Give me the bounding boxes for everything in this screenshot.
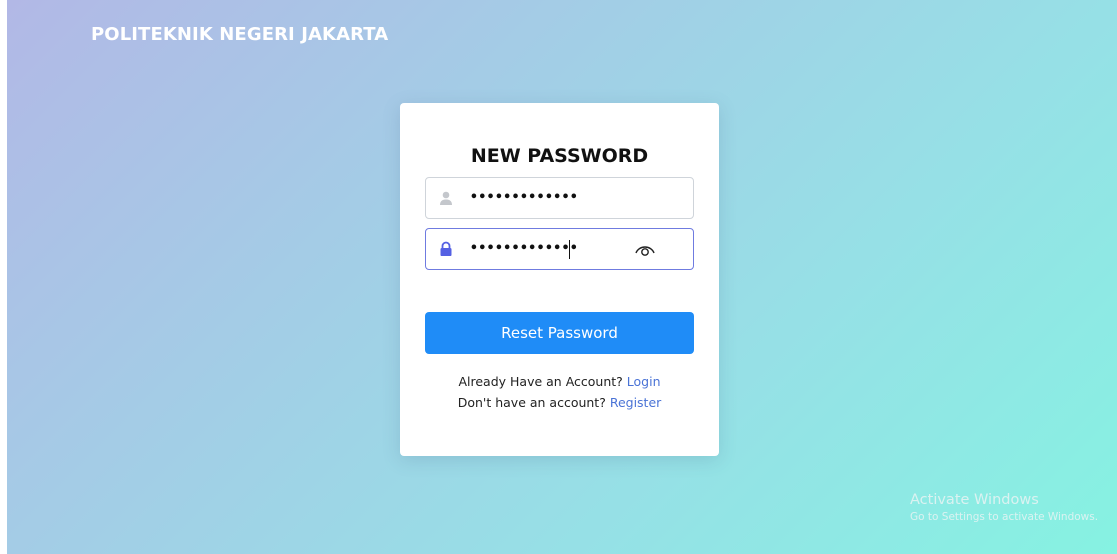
password-field-1-value: ••••••••••••• bbox=[470, 190, 579, 205]
login-line: Already Have an Account? Login bbox=[400, 374, 719, 389]
user-icon bbox=[438, 190, 454, 206]
login-link[interactable]: Login bbox=[627, 374, 661, 389]
watermark-subtitle: Go to Settings to activate Windows. bbox=[910, 511, 1099, 523]
brand-title: POLITEKNIK NEGERI JAKARTA bbox=[91, 24, 389, 45]
register-line: Don't have an account? Register bbox=[400, 395, 719, 410]
password-field-2-value: ••••••••••••• bbox=[470, 241, 579, 256]
watermark-title: Activate Windows bbox=[910, 492, 1039, 508]
register-link[interactable]: Register bbox=[610, 395, 661, 410]
text-caret bbox=[569, 240, 570, 259]
password-field-1[interactable]: ••••••••••••• bbox=[425, 177, 694, 219]
new-password-card: NEW PASSWORD ••••••••••••• •••••••••••••… bbox=[400, 103, 719, 456]
card-title: NEW PASSWORD bbox=[470, 145, 649, 167]
activate-windows-watermark: Activate Windows Go to Settings to activ… bbox=[910, 492, 1098, 523]
reset-password-button[interactable]: Reset Password bbox=[425, 312, 694, 354]
login-prompt: Already Have an Account? bbox=[458, 374, 627, 389]
password-field-2[interactable]: ••••••••••••• bbox=[425, 228, 694, 270]
register-prompt: Don't have an account? bbox=[457, 395, 610, 410]
eye-icon[interactable] bbox=[634, 241, 656, 259]
lock-icon bbox=[438, 241, 454, 257]
